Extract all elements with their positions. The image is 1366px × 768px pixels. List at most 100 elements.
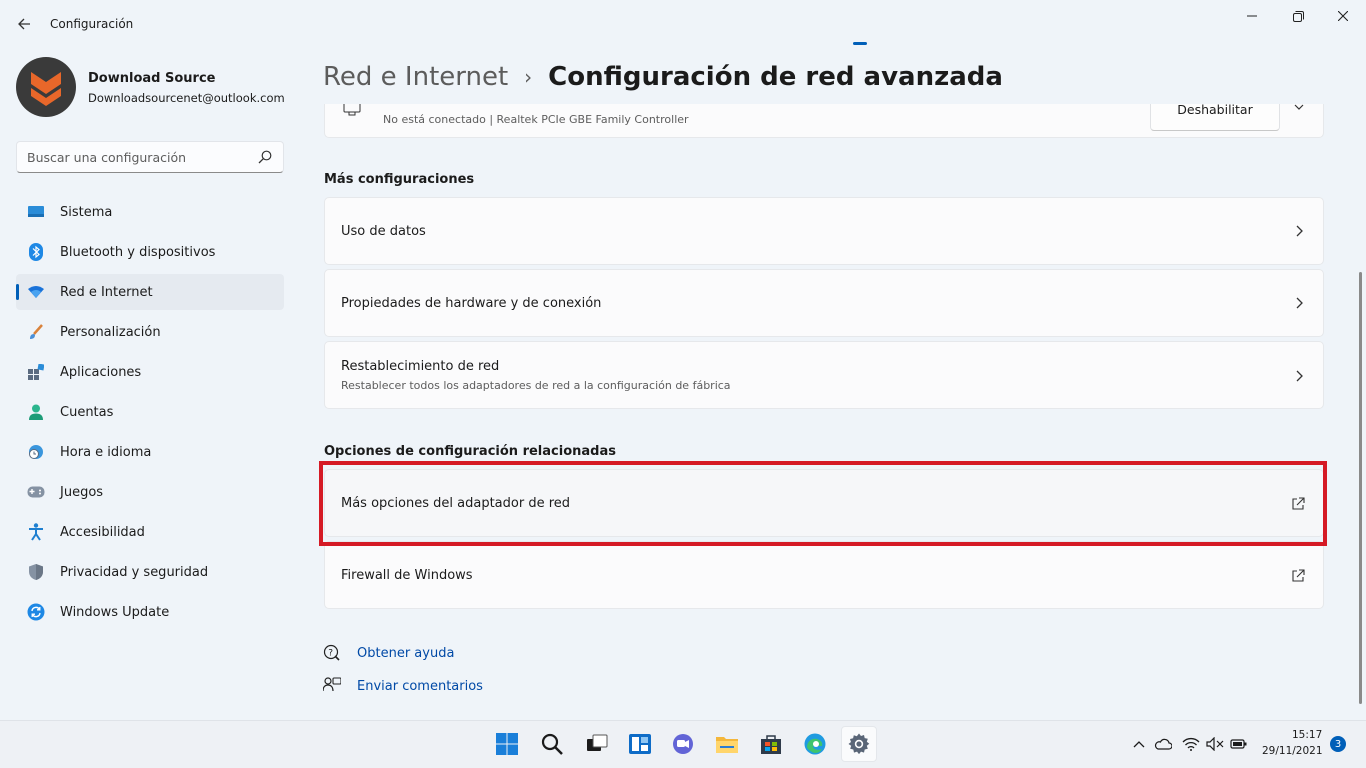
minimize-icon bbox=[1247, 15, 1257, 17]
monitor-icon bbox=[27, 203, 45, 221]
shield-icon bbox=[27, 563, 45, 581]
sidebar-item-hora-e-idioma[interactable]: Hora e idioma bbox=[16, 434, 284, 470]
get-help-link[interactable]: Obtener ayuda bbox=[357, 646, 454, 661]
external-link-icon bbox=[1292, 569, 1305, 582]
download-source-logo-icon bbox=[31, 72, 61, 106]
sidebar-item-label: Juegos bbox=[60, 484, 104, 500]
vertical-scrollbar[interactable] bbox=[1359, 272, 1362, 704]
send-feedback-link[interactable]: Enviar comentarios bbox=[357, 679, 483, 694]
windows-firewall-label: Firewall de Windows bbox=[341, 568, 473, 583]
show-hidden-icons-button[interactable] bbox=[1130, 735, 1148, 753]
taskbar-search-button[interactable] bbox=[534, 726, 570, 762]
widgets-button[interactable] bbox=[622, 726, 658, 762]
svg-text:?: ? bbox=[328, 649, 333, 659]
windows-firewall-item[interactable]: Firewall de Windows bbox=[324, 541, 1324, 609]
onedrive-cloud-icon bbox=[1154, 738, 1172, 750]
ethernet-adapter-card[interactable]: No está conectado | Realtek PCIe GBE Fam… bbox=[324, 104, 1324, 138]
settings-taskbar-button[interactable] bbox=[841, 726, 877, 762]
disable-adapter-label: Deshabilitar bbox=[1177, 104, 1253, 117]
sidebar-nav: Sistema Bluetooth y dispositivos Red e I… bbox=[16, 194, 284, 634]
teams-chat-button[interactable] bbox=[665, 726, 701, 762]
adapter-status: No está conectado | Realtek PCIe GBE Fam… bbox=[383, 113, 689, 126]
sidebar-item-label: Sistema bbox=[60, 204, 113, 220]
sidebar-item-label: Accesibilidad bbox=[60, 524, 145, 540]
teams-chat-icon bbox=[673, 734, 693, 754]
accessibility-icon bbox=[27, 523, 45, 541]
profile-name: Download Source bbox=[88, 71, 216, 86]
store-icon bbox=[761, 735, 781, 754]
sidebar-item-bluetooth[interactable]: Bluetooth y dispositivos bbox=[16, 234, 284, 270]
file-explorer-button[interactable] bbox=[709, 726, 745, 762]
breadcrumb-parent-link[interactable]: Red e Internet bbox=[323, 62, 508, 92]
sidebar-item-label: Cuentas bbox=[60, 404, 114, 420]
get-help-row[interactable]: ? Obtener ayuda bbox=[323, 643, 454, 663]
wifi-icon bbox=[1182, 737, 1200, 751]
sidebar-item-sistema[interactable]: Sistema bbox=[16, 194, 284, 230]
sidebar-item-privacidad[interactable]: Privacidad y seguridad bbox=[16, 554, 284, 590]
volume-tray-button[interactable] bbox=[1206, 735, 1224, 753]
widgets-icon bbox=[629, 734, 651, 754]
title-bar: Configuración bbox=[0, 0, 1366, 48]
store-button[interactable] bbox=[753, 726, 789, 762]
more-adapter-options-label: Más opciones del adaptador de red bbox=[341, 496, 571, 511]
start-button[interactable] bbox=[489, 726, 525, 762]
apps-icon bbox=[27, 363, 45, 381]
notification-badge[interactable]: 3 bbox=[1330, 736, 1346, 752]
feedback-row[interactable]: Enviar comentarios bbox=[323, 676, 483, 696]
edge-button[interactable] bbox=[797, 726, 833, 762]
task-view-icon bbox=[587, 734, 608, 751]
bluetooth-icon bbox=[27, 243, 45, 261]
sidebar-item-cuentas[interactable]: Cuentas bbox=[16, 394, 284, 430]
sidebar-item-aplicaciones[interactable]: Aplicaciones bbox=[16, 354, 284, 390]
close-icon bbox=[1338, 11, 1348, 21]
network-tray-button[interactable] bbox=[1182, 735, 1200, 753]
main-content: No está conectado | Realtek PCIe GBE Fam… bbox=[318, 104, 1358, 718]
network-reset-item[interactable]: Restablecimiento de red Restablecer todo… bbox=[324, 341, 1324, 409]
breadcrumb-separator: › bbox=[524, 65, 533, 89]
file-explorer-icon bbox=[716, 737, 738, 753]
close-button[interactable] bbox=[1320, 0, 1366, 32]
app-title: Configuración bbox=[50, 17, 134, 31]
restore-button[interactable] bbox=[1275, 0, 1321, 32]
gamepad-icon bbox=[27, 483, 45, 501]
search-icon bbox=[541, 733, 563, 755]
clock-globe-icon bbox=[27, 443, 45, 461]
sidebar-item-windows-update[interactable]: Windows Update bbox=[16, 594, 284, 630]
network-reset-description: Restablecer todos los adaptadores de red… bbox=[341, 379, 731, 392]
avatar[interactable] bbox=[16, 57, 76, 117]
settings-search-box[interactable] bbox=[16, 141, 284, 173]
onedrive-button[interactable] bbox=[1154, 735, 1172, 753]
hardware-properties-label: Propiedades de hardware y de conexión bbox=[341, 296, 602, 311]
sidebar-item-accesibilidad[interactable]: Accesibilidad bbox=[16, 514, 284, 550]
sidebar-item-label: Bluetooth y dispositivos bbox=[60, 244, 216, 260]
breadcrumb: Red e Internet › Configuración de red av… bbox=[323, 58, 1003, 96]
battery-icon bbox=[1230, 739, 1247, 749]
external-link-icon bbox=[1292, 497, 1305, 510]
sidebar-item-label: Windows Update bbox=[60, 604, 170, 620]
feedback-icon bbox=[323, 677, 341, 695]
more-settings-title: Más configuraciones bbox=[324, 172, 475, 187]
wifi-icon bbox=[27, 283, 45, 301]
clock-date[interactable]: 29/11/2021 bbox=[1262, 745, 1323, 757]
chevron-up-icon[interactable] bbox=[1293, 104, 1305, 113]
task-view-button[interactable] bbox=[579, 726, 615, 762]
sidebar-item-red-e-internet[interactable]: Red e Internet bbox=[16, 274, 284, 310]
back-button[interactable] bbox=[10, 10, 38, 38]
minimize-button[interactable] bbox=[1229, 0, 1275, 32]
disable-adapter-button[interactable]: Deshabilitar bbox=[1150, 104, 1280, 131]
chevron-right-icon bbox=[1296, 225, 1303, 237]
brush-icon bbox=[27, 323, 45, 341]
sidebar-item-label: Personalización bbox=[60, 324, 161, 340]
battery-tray-button[interactable] bbox=[1230, 735, 1248, 753]
chevron-right-icon bbox=[1296, 370, 1303, 382]
volume-muted-icon bbox=[1206, 737, 1224, 751]
search-input[interactable] bbox=[27, 148, 247, 166]
sidebar-item-juegos[interactable]: Juegos bbox=[16, 474, 284, 510]
data-usage-item[interactable]: Uso de datos bbox=[324, 197, 1324, 265]
sidebar-item-personalizacion[interactable]: Personalización bbox=[16, 314, 284, 350]
clock-time[interactable]: 15:17 bbox=[1292, 729, 1322, 741]
hardware-properties-item[interactable]: Propiedades de hardware y de conexión bbox=[324, 269, 1324, 337]
search-icon[interactable] bbox=[257, 149, 273, 165]
more-adapter-options-item[interactable]: Más opciones del adaptador de red bbox=[324, 469, 1324, 537]
restore-icon bbox=[1292, 10, 1304, 22]
